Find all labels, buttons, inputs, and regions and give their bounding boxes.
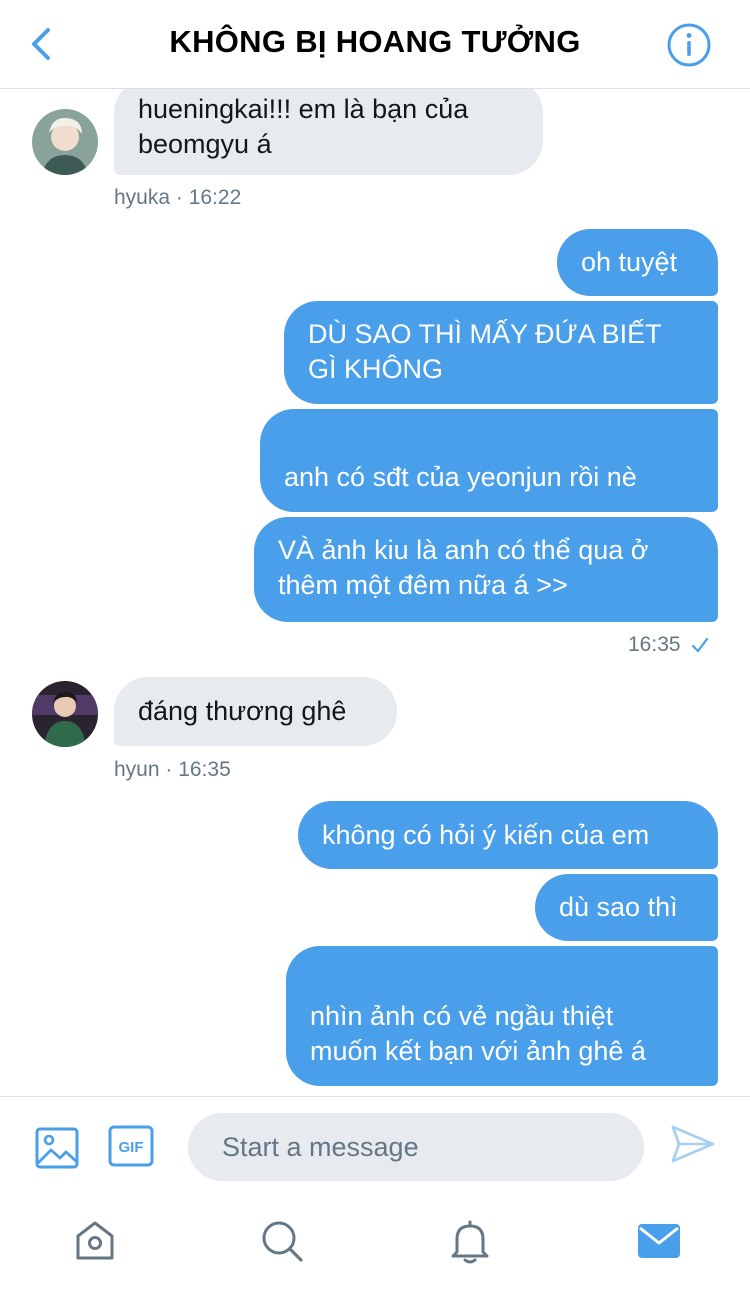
gif-label: GIF: [119, 1139, 144, 1156]
image-icon[interactable]: [34, 1125, 80, 1171]
message-bubble-outgoing[interactable]: anh có sđt của yeonjun rồi nè: [260, 409, 718, 568]
send-icon[interactable]: [670, 1123, 716, 1165]
message-text: anh có sđt của yeonjun rồi nè: [284, 462, 637, 492]
avatar-hyun[interactable]: [32, 681, 98, 747]
compose-bar: GIF: [0, 1096, 750, 1197]
gif-icon[interactable]: GIF: [108, 1125, 154, 1167]
notifications-icon[interactable]: [447, 1218, 493, 1264]
message-time: 16:35: [628, 633, 681, 656]
conversation-header: KHÔNG BỊ HOANG TƯỞNG: [0, 0, 750, 89]
messages-icon[interactable]: [636, 1218, 682, 1264]
info-icon[interactable]: [666, 22, 712, 68]
message-bubble-outgoing[interactable]: oh tuyệt: [557, 229, 718, 296]
message-meta: hyuka · 16:22: [114, 186, 242, 209]
checkmark-icon: [691, 637, 708, 653]
message-input[interactable]: [188, 1113, 644, 1181]
message-bubble-outgoing[interactable]: DÙ SAO THÌ MẤY ĐỨA BIẾT GÌ KHÔNG: [284, 301, 718, 404]
message-meta: hyun · 16:35: [114, 758, 231, 781]
message-meta-outgoing: 16:35: [628, 633, 709, 657]
message-list[interactable]: hueningkai!!! em là bạn của beomgyu á hy…: [0, 89, 750, 1096]
home-icon[interactable]: [72, 1218, 118, 1264]
message-bubble-outgoing[interactable]: nhìn ảnh có vẻ ngầu thiệt muốn kết bạn v…: [286, 946, 718, 1086]
message-bubble-outgoing[interactable]: không có hỏi ý kiến của em: [298, 801, 718, 869]
search-icon[interactable]: [259, 1218, 305, 1264]
avatar-hyuka[interactable]: [32, 109, 98, 175]
bottom-tab-bar: [0, 1196, 750, 1294]
message-text: nhìn ảnh có vẻ ngầu thiệt muốn kết bạn v…: [310, 1001, 646, 1066]
conversation-title[interactable]: KHÔNG BỊ HOANG TƯỞNG: [0, 24, 750, 60]
message-bubble-incoming[interactable]: đáng thương ghê: [114, 677, 397, 746]
message-bubble-incoming[interactable]: hueningkai!!! em là bạn của beomgyu á: [114, 89, 543, 175]
message-bubble-outgoing[interactable]: dù sao thì: [535, 874, 718, 941]
message-bubble-outgoing[interactable]: VÀ ảnh kiu là anh có thể qua ở thêm một …: [254, 517, 718, 622]
dm-conversation-screen: KHÔNG BỊ HOANG TƯỞNG hueningkai!!! em là…: [0, 0, 750, 1294]
